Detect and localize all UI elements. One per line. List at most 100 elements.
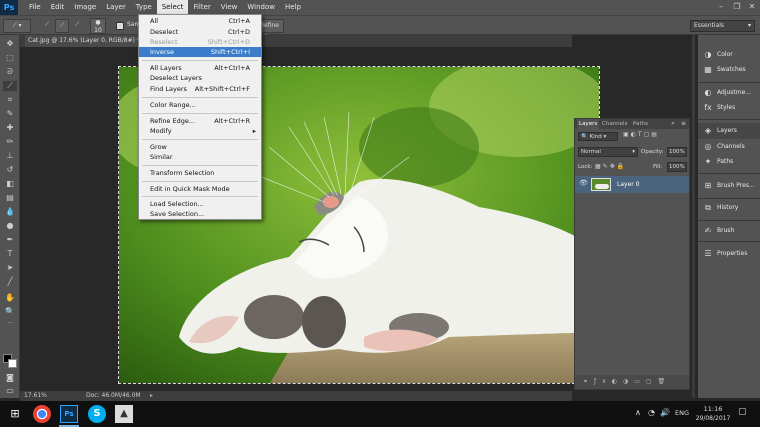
menu-item-modify[interactable]: Modify ▸ xyxy=(139,126,261,136)
workspace-switcher[interactable]: Essentials ▾ xyxy=(690,20,755,32)
menu-file[interactable]: File xyxy=(24,0,46,15)
subtract-selection-icon[interactable]: ⟋ xyxy=(70,19,84,33)
type-tool-icon[interactable]: T xyxy=(3,249,17,259)
new-selection-icon[interactable]: ⟋ xyxy=(40,19,54,33)
add-to-selection-icon[interactable]: ⟋ xyxy=(55,19,69,33)
lock-icons[interactable]: ▦✎✥🔒 xyxy=(595,163,626,170)
healing-brush-tool-icon[interactable]: ✚ xyxy=(3,123,17,133)
path-selection-tool-icon[interactable]: ➤ xyxy=(3,263,17,273)
opacity-input[interactable]: 100% xyxy=(667,147,687,157)
tab-paths[interactable]: Paths xyxy=(633,119,648,129)
hand-tool-icon[interactable]: ✋ xyxy=(3,293,17,303)
menu-type[interactable]: Type xyxy=(131,0,157,15)
menu-help[interactable]: Help xyxy=(280,0,306,15)
panel-brush-presets[interactable]: ⊞ Brush Pres... xyxy=(698,178,760,194)
quick-mask-icon[interactable]: ◙ xyxy=(3,373,17,383)
menu-select[interactable]: Select xyxy=(156,0,189,15)
history-brush-tool-icon[interactable]: ↺ xyxy=(3,165,17,175)
gradient-tool-icon[interactable]: ▤ xyxy=(3,193,17,203)
fill-input[interactable]: 100% xyxy=(667,162,687,172)
layer-filter-icons[interactable]: ▣◐T▢▤ xyxy=(623,131,659,138)
close-icon[interactable]: ✕ xyxy=(745,1,759,13)
menu-item-similar[interactable]: Similar xyxy=(139,152,261,162)
move-tool-icon[interactable]: ✥ xyxy=(3,39,17,49)
photos-icon[interactable]: ▲ xyxy=(115,405,133,423)
panel-menu-icon[interactable]: ≡ xyxy=(681,119,686,129)
status-menu-arrow-icon[interactable]: ▸ xyxy=(150,391,153,401)
doc-size-info[interactable]: Doc: 46.0M/46.0M xyxy=(86,391,141,401)
photoshop-taskbar-icon[interactable]: Ps xyxy=(60,405,78,423)
background-color-swatch[interactable] xyxy=(8,359,17,368)
panel-styles[interactable]: fx Styles xyxy=(698,100,760,116)
layer-filter-kind[interactable]: 🔍 Kind ▾ xyxy=(578,132,618,141)
minimize-icon[interactable]: – xyxy=(714,1,728,13)
brush-tool-icon[interactable]: ✏ xyxy=(3,137,17,147)
eyedropper-tool-icon[interactable]: ✎ xyxy=(3,109,17,119)
clock-time[interactable]: 11:16 xyxy=(700,405,726,413)
menu-item-save-selection[interactable]: Save Selection... xyxy=(139,209,261,219)
notification-icon[interactable]: ▢ xyxy=(738,407,747,417)
menu-item-deselect[interactable]: Deselect Ctrl+D xyxy=(139,27,261,37)
document-tab[interactable]: Cat.jpg @ 17.6% (Layer 0, RGB/8#) *x xyxy=(25,35,147,47)
blend-mode-select[interactable]: Normal ▾ xyxy=(578,147,638,157)
network-icon[interactable]: ◔ xyxy=(648,408,655,417)
clone-stamp-tool-icon[interactable]: ⊥ xyxy=(3,151,17,161)
panel-adjustments[interactable]: ◐ Adjustme... xyxy=(698,85,760,101)
zoom-level[interactable]: 17.61% xyxy=(24,391,47,401)
more-tools-icon[interactable]: ··· xyxy=(3,319,17,329)
menu-edit[interactable]: Edit xyxy=(46,0,70,15)
panel-history[interactable]: ⧉ History xyxy=(698,200,760,216)
layer-row[interactable]: 👁 Layer 0 xyxy=(575,176,689,193)
clock-date[interactable]: 29/08/2017 xyxy=(693,415,733,422)
tray-chevron-icon[interactable]: ∧ xyxy=(635,408,641,417)
lasso-tool-icon[interactable]: ᘐ xyxy=(3,67,17,77)
menu-view[interactable]: View xyxy=(216,0,243,15)
zoom-tool-icon[interactable]: 🔍 xyxy=(3,307,17,317)
volume-icon[interactable]: 🔊 xyxy=(660,408,670,417)
menu-item-quick-mask[interactable]: Edit in Quick Mask Mode xyxy=(139,184,261,194)
sample-all-layers-checkbox[interactable] xyxy=(116,22,124,30)
menu-item-all-layers[interactable]: All Layers Alt+Ctrl+A xyxy=(139,63,261,73)
windows-start-icon[interactable]: ⊞ xyxy=(6,405,24,423)
skype-icon[interactable]: S xyxy=(88,405,106,423)
panel-color[interactable]: ◑ Color xyxy=(698,47,760,63)
menu-item-color-range[interactable]: Color Range... xyxy=(139,100,261,110)
panel-brush[interactable]: ✍ Brush xyxy=(698,223,760,239)
menu-layer[interactable]: Layer xyxy=(101,0,131,15)
quick-selection-tool-icon[interactable]: ⟋ xyxy=(3,81,17,91)
tab-channels[interactable]: Channels xyxy=(602,119,627,129)
collapse-icon[interactable]: » xyxy=(671,119,675,129)
eraser-tool-icon[interactable]: ◧ xyxy=(3,179,17,189)
chrome-icon[interactable] xyxy=(33,405,51,423)
menu-item-load-selection[interactable]: Load Selection... xyxy=(139,199,261,209)
menu-item-reselect[interactable]: Reselect Shift+Ctrl+D xyxy=(139,37,261,47)
menu-item-inverse[interactable]: Inverse Shift+Ctrl+I xyxy=(139,47,261,57)
panel-layers[interactable]: ◈ Layers xyxy=(698,123,760,139)
brush-size-picker[interactable]: ● 10 xyxy=(90,18,106,34)
menu-item-transform-selection[interactable]: Transform Selection xyxy=(139,168,261,178)
blur-tool-icon[interactable]: 💧 xyxy=(3,207,17,217)
menu-item-grow[interactable]: Grow xyxy=(139,142,261,152)
menu-item-find-layers[interactable]: Find Layers Alt+Shift+Ctrl+F xyxy=(139,84,261,94)
pen-tool-icon[interactable]: ✒ xyxy=(3,235,17,245)
panel-properties[interactable]: ☰ Properties xyxy=(698,246,760,262)
screen-mode-icon[interactable]: ▭ xyxy=(3,386,17,396)
language-indicator[interactable]: ENG xyxy=(675,409,689,417)
marquee-tool-icon[interactable]: ⬚ xyxy=(3,53,17,63)
layers-footer-icons[interactable]: ⚭ƒx◐◑▭▢🗑 xyxy=(575,375,689,389)
layer-name[interactable]: Layer 0 xyxy=(617,176,639,193)
dodge-tool-icon[interactable]: ● xyxy=(3,221,17,231)
menu-item-refine-edge[interactable]: Refine Edge... Alt+Ctrl+R xyxy=(139,116,261,126)
crop-tool-icon[interactable]: ⌗ xyxy=(3,95,17,105)
menu-window[interactable]: Window xyxy=(242,0,280,15)
restore-icon[interactable]: ❐ xyxy=(730,1,744,13)
menu-image[interactable]: Image xyxy=(69,0,101,15)
tab-layers[interactable]: Layers xyxy=(577,119,600,129)
panel-channels[interactable]: ◎ Channels xyxy=(698,139,760,155)
eye-icon[interactable]: 👁 xyxy=(579,179,588,187)
menu-item-all[interactable]: All Ctrl+A xyxy=(139,16,261,26)
menu-filter[interactable]: Filter xyxy=(188,0,215,15)
shape-tool-icon[interactable]: ╱ xyxy=(3,277,17,287)
panel-paths[interactable]: ✦ Paths xyxy=(698,154,760,170)
panel-swatches[interactable]: ▦ Swatches xyxy=(698,62,760,78)
